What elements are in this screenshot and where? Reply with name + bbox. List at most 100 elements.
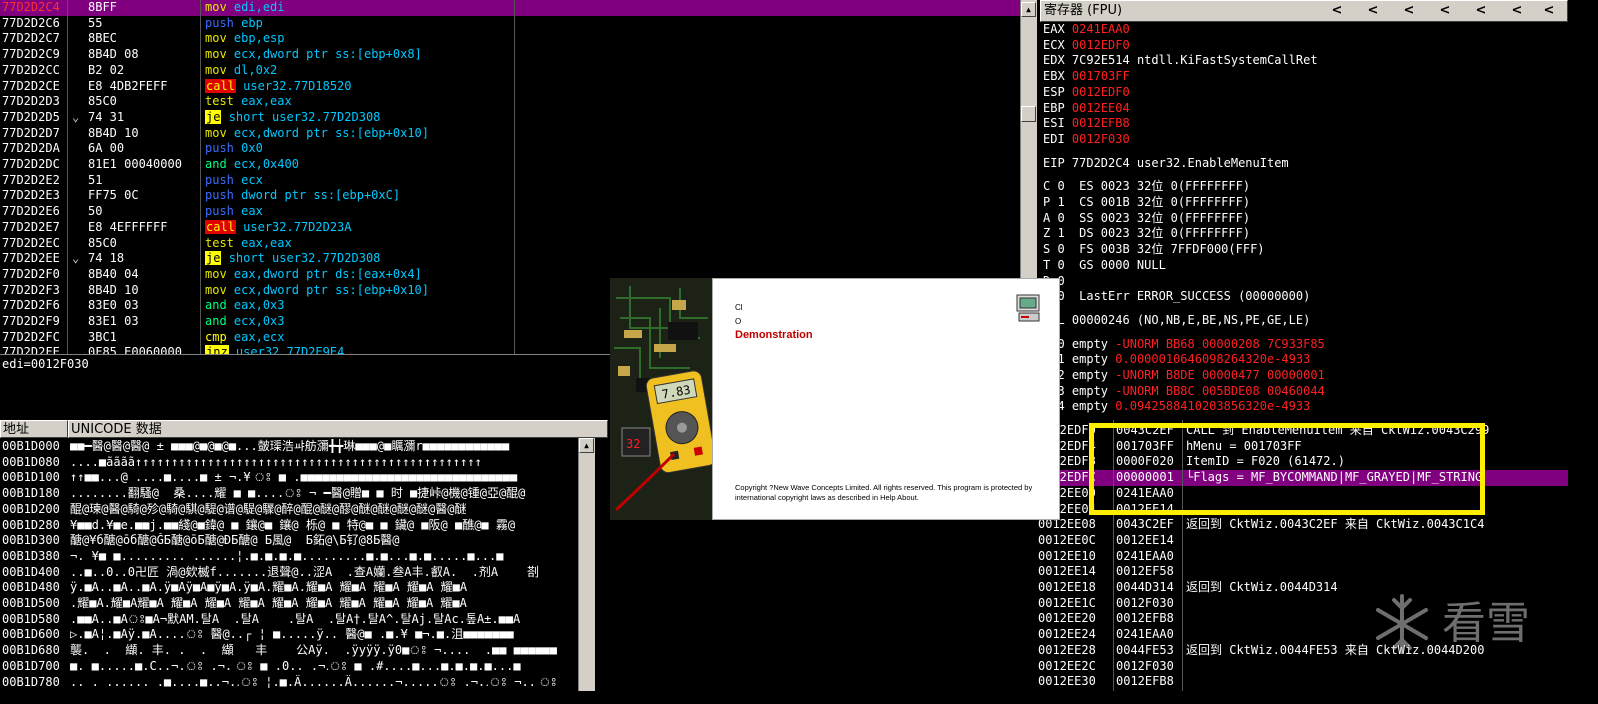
register-value: 0012F030 — [1071, 131, 1130, 146]
segment-row[interactable]: O 0 LastErr ERROR_SUCCESS (00000000) — [1043, 289, 1310, 305]
chevron-left-icon[interactable]: < — [1437, 1, 1453, 21]
disasm-row[interactable]: 77D2D2C7 8BEC mov ebp,esp — [0, 31, 1020, 47]
dump-row[interactable]: 00B1D080 ....■ãããã↑↑↑↑↑↑↑↑↑↑↑↑↑↑↑↑↑↑↑↑↑↑↑… — [0, 455, 608, 471]
disasm-row[interactable]: 77D2D2D5 ⌄ 74 31 je short user32.77D2D308 — [0, 109, 1020, 126]
disasm-row[interactable]: 77D2D2E2 51 push ecx — [0, 173, 1020, 189]
instruction-bytes: 55 — [88, 15, 103, 30]
fpu-value: 0.0942588410203856320e-4933 — [1115, 399, 1311, 414]
dump-address: 00B1D200 — [2, 501, 60, 516]
register-value: 0241EAA0 — [1071, 22, 1130, 36]
watermark-text: 看雪 — [1442, 598, 1530, 649]
chevron-left-icon[interactable]: < — [1473, 1, 1489, 21]
instruction-text: cmp eax,ecx — [205, 330, 285, 346]
disasm-row[interactable]: 77D2D2DA 6A 00 push 0x0 — [0, 141, 1020, 157]
disasm-row[interactable]: 77D2D2E6 50 push eax — [0, 204, 1020, 220]
disasm-row[interactable]: 77D2D2DC 81E1 00040000 and ecx,0x400 — [0, 157, 1020, 173]
about-dialog[interactable]: Cl O Demonstration Copyright ?New Wave C… — [712, 278, 1060, 520]
chevron-left-icon[interactable]: < — [1329, 1, 1345, 21]
dump-row[interactable]: 00B1D400 ..■..0..0卍匠 渦@欸楲f.......退聲@..涩A … — [0, 565, 608, 581]
register-row[interactable]: ECX 0012EDF0 — [1043, 38, 1137, 54]
instruction-address: 77D2D2DC — [2, 157, 60, 171]
instruction-address: 77D2D2FE — [2, 345, 60, 354]
instruction-mnemonic: and — [205, 157, 227, 171]
register-row[interactable]: EAX 0241EAA0 — [1043, 22, 1137, 38]
disasm-row[interactable]: 77D2D2D3 85C0 test eax,eax — [0, 94, 1020, 110]
dump-row[interactable]: 00B1D280 ¥■■d.¥■e.■■j.■■綫@■鍏@ ■ 鑲@■ 鑲@ 栎@… — [0, 518, 608, 534]
column-divider[interactable] — [67, 0, 68, 354]
dump-address: 00B1D500 — [2, 596, 60, 610]
chevron-left-icon[interactable]: < — [1401, 1, 1417, 21]
instruction-bytes: 51 — [88, 172, 103, 187]
segment-row[interactable]: P 1 CS 001B 32位 0(FFFFFFFF) — [1043, 195, 1250, 211]
register-row[interactable]: EBX 001703FF — [1043, 69, 1137, 85]
flags-row[interactable]: EFL 00000246 (NO,NB,E,BE,NS,PE,GE,LE) — [1043, 313, 1310, 329]
registers-title-bar[interactable]: 寄存器 (FPU) < < < < < < < — [1040, 0, 1568, 22]
dump-unicode-data: ....■ãããã↑↑↑↑↑↑↑↑↑↑↑↑↑↑↑↑↑↑↑↑↑↑↑↑↑↑↑↑↑↑↑… — [70, 454, 482, 469]
segment-row[interactable]: Z 1 DS 0023 32位 0(FFFFFFFF) — [1043, 226, 1250, 242]
registers-pane[interactable]: 寄存器 (FPU) < < < < < < < EAX 0241EAA0 ECX… — [1040, 0, 1568, 420]
segment-row[interactable]: T 0 GS 0000 NULL — [1043, 258, 1166, 274]
chevron-left-icon[interactable]: < — [1509, 1, 1525, 21]
segment-row[interactable]: S 0 FS 003B 32位 7FFDF000(FFF) — [1043, 242, 1265, 258]
dump-row[interactable]: 00B1D300 醣@¥б醣@ōб醣@ĞБ醣@ōБ醣@ÐБ醣@ Б風@ Б鉐@\Б… — [0, 533, 608, 549]
fpu-row[interactable]: ST0 empty -UNORM BB68 00000208 7C933F85 — [1043, 337, 1325, 353]
disasm-row[interactable]: 77D2D2C6 55 push ebp — [0, 16, 1020, 32]
dump-scrollbar[interactable]: ▲ — [578, 438, 595, 691]
dump-row[interactable]: 00B1D500 .耀■A.耀■A耀■A 耀■A 耀■A 耀■A 耀■A 耀■A … — [0, 596, 608, 612]
dump-row[interactable]: 00B1D580 .■■A..■Aঃ■A¬默AM.탈A .탈A .탈A .탈A†.… — [0, 612, 608, 628]
scroll-thumb[interactable] — [1021, 106, 1036, 122]
eip-row[interactable]: EIP 77D2D2C4 user32.EnableMenuItem — [1043, 156, 1289, 172]
segment-row[interactable]: C 0 ES 0023 32位 0(FFFFFFFF) — [1043, 179, 1250, 195]
instruction-operands: eax,0x3 — [233, 298, 285, 313]
register-row[interactable]: EDX 7C92E514 ntdll.KiFastSystemCallRet — [1043, 53, 1318, 69]
disasm-row[interactable]: 77D2D2EC 85C0 test eax,eax — [0, 236, 1020, 252]
segment-row[interactable]: A 0 SS 0023 32位 0(FFFFFFFF) — [1043, 211, 1250, 227]
disasm-row[interactable]: 77D2D2CC B2 02 mov dl,0x2 — [0, 63, 1020, 79]
disasm-row[interactable]: 77D2D2D7 8B4D 10 mov ecx,dword ptr ss:[ebp… — [0, 126, 1020, 142]
dump-address: 00B1D300 — [2, 533, 60, 548]
stack-row[interactable]: 0012EE30 0012EFB8 — [1034, 674, 1568, 690]
register-row[interactable]: ESI 0012EFB8 — [1043, 116, 1137, 132]
stack-address: 0012EE0C — [1038, 532, 1096, 547]
stack-row[interactable]: 0012EE10 0241EAA0 — [1034, 549, 1568, 565]
stack-row[interactable]: 0012EE0C 0012EE14 — [1034, 533, 1568, 549]
dump-row[interactable]: 00B1D100 ↑↑■■...@ ....■....■ ± ¬.¥ ঃ ■ .■… — [0, 470, 608, 486]
disasm-row[interactable]: 77D2D2EE ⌄ 74 18 je short user32.77D2D308 — [0, 251, 1020, 267]
dump-row[interactable]: 00B1D200 醌@瑓@醫@騎@殄@騎@騏@騠@谱@騠@驟@醉@醌@醚@醪@醚@… — [0, 502, 608, 518]
column-divider[interactable] — [200, 0, 201, 354]
dump-address-header[interactable]: 地址 — [0, 420, 68, 438]
dump-row[interactable]: 00B1D480 ÿ.■A..■A..■A.ÿ■Aÿ■A■ÿ■A.ÿ■A.耀■A.… — [0, 580, 608, 596]
chevron-left-icon[interactable]: < — [1365, 1, 1381, 21]
disasm-row[interactable]: 77D2D2C4 8BFF mov edi,edi — [0, 0, 1020, 16]
stack-row[interactable]: 0012EE08 0043C2EF 返回到 CktWiz.0043C2EF 来自 C… — [1034, 517, 1568, 533]
register-row[interactable]: EBP 0012EE04 — [1043, 101, 1137, 117]
disasm-row[interactable]: 77D2D2E7 E8 4EFFFFFF call user32.77D2D23A — [0, 219, 1020, 236]
memory-dump-pane[interactable]: 地址 UNICODE 数据 00B1D000 ■■━醫@醫@醫@ ± ■■■@■@… — [0, 420, 608, 691]
register-row[interactable]: ESP 0012EDF0 — [1043, 85, 1137, 101]
fpu-row[interactable]: ST4 empty 0.0942588410203856320e-4933 — [1043, 399, 1310, 415]
scroll-up-button[interactable]: ▲ — [1021, 2, 1036, 17]
stack-row[interactable]: 0012EE14 0012EF58 — [1034, 564, 1568, 580]
dump-row[interactable]: 00B1D000 ■■━醫@醫@醫@ ± ■■■@■@■@■...皼璖浩ㆇ舫瀰╋╈… — [0, 439, 608, 455]
dump-unicode-header[interactable]: UNICODE 数据 — [68, 420, 608, 438]
dump-row[interactable]: 00B1D600 ▷.■A¦.■Aÿ.■A....ঃ 醫@..┌ ¦ ■.....… — [0, 627, 608, 643]
chevron-left-icon[interactable]: < — [1541, 1, 1557, 21]
instruction-operands: short user32.77D2D308 — [228, 109, 381, 124]
dump-row[interactable]: 00B1D180 ........翻騷@ 桑....耀 ■ ■....ঃ ¬ ━醫… — [0, 486, 608, 502]
fpu-row[interactable]: ST1 empty 0.0000010646098264320e-4933 — [1043, 352, 1310, 368]
stack-value: 0044FE53 — [1116, 642, 1174, 657]
instruction-text: mov ecx,dword ptr ss:[ebp+0x10] — [205, 283, 429, 299]
disasm-row[interactable]: 77D2D2E3 FF75 0C push dword ptr ss:[ebp+0x… — [0, 188, 1020, 204]
dump-row[interactable]: 00B1D780 .. . ...... .■....■..¬..ঃ ¦.■.Ä.… — [0, 675, 608, 691]
fpu-row[interactable]: ST3 empty -UNORM BB8C 005BDE08 00460044 — [1043, 384, 1325, 400]
column-divider[interactable] — [514, 0, 515, 354]
register-row[interactable]: EDI 0012F030 — [1043, 132, 1137, 148]
dump-row[interactable]: 00B1D380 ¬. ¥■ ■......... ......¦.■.■.■.■… — [0, 549, 608, 565]
disasm-row[interactable]: 77D2D2C9 8B4D 08 mov ecx,dword ptr ss:[ebp… — [0, 47, 1020, 63]
dump-row[interactable]: 00B1D700 ■. ■.....■.C..¬.ঃ .¬. ঃ ■ .0.. .… — [0, 659, 608, 675]
dump-row[interactable]: 00B1D680 襲. . 纈. 丰. . . 纈 丰 公Aÿ. .ÿyÿÿ.ÿ0… — [0, 643, 608, 659]
instruction-operands: dl,0x2 — [233, 62, 278, 77]
scroll-up-button[interactable]: ▲ — [579, 438, 594, 453]
disasm-row[interactable]: 77D2D2CE E8 4DB2FEFF call user32.77D18520 — [0, 78, 1020, 95]
fpu-row[interactable]: ST2 empty -UNORM B8DE 00000477 00000001 — [1043, 368, 1325, 384]
